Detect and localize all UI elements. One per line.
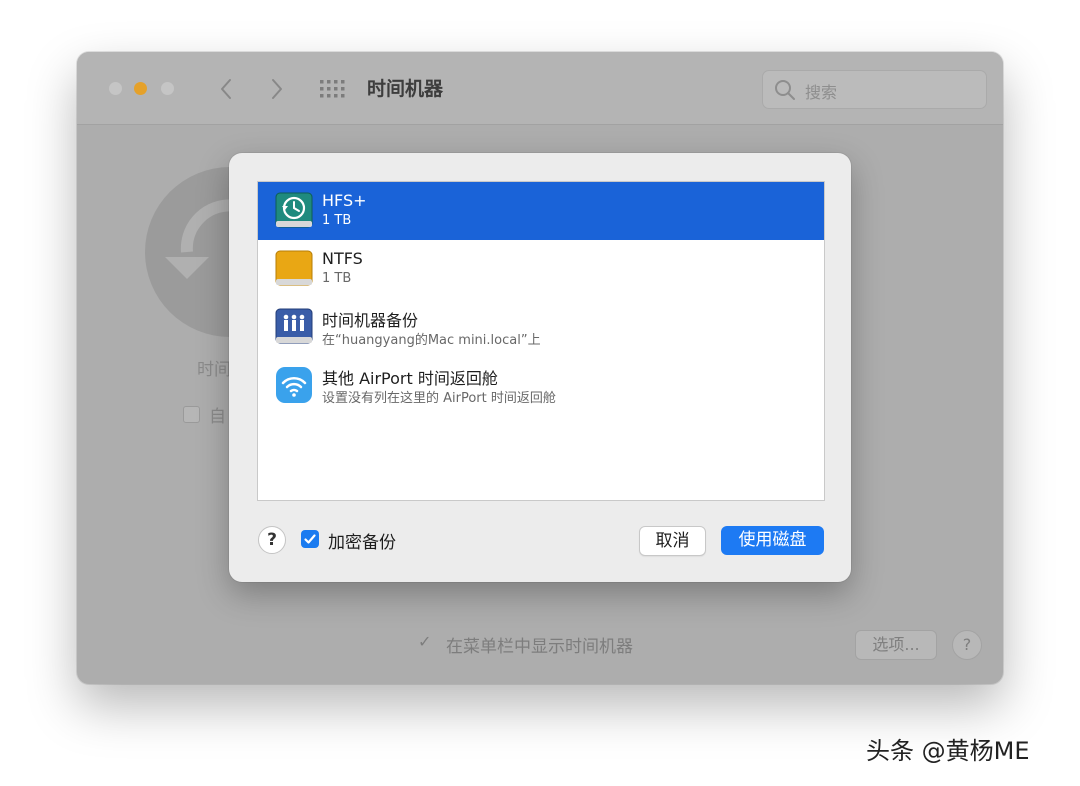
search-field[interactable]: 搜索 bbox=[762, 70, 987, 109]
use-disk-button[interactable]: 使用磁盘 bbox=[721, 526, 824, 555]
window-help-button[interactable]: ? bbox=[952, 630, 982, 660]
zoom-window-button[interactable] bbox=[161, 82, 174, 95]
disk-subtitle: 1 TB bbox=[322, 213, 352, 228]
watermark: 头条 @黄杨ME bbox=[866, 737, 1030, 765]
background-checkbox[interactable] bbox=[183, 406, 200, 423]
disk-subtitle: 设置没有列在这里的 AirPort 时间返回舱 bbox=[322, 391, 556, 406]
background-checkbox-label: 自 bbox=[209, 407, 226, 427]
cancel-button[interactable]: 取消 bbox=[639, 526, 706, 556]
encrypt-backup-label: 加密备份 bbox=[328, 533, 396, 553]
disk-subtitle: 1 TB bbox=[322, 271, 352, 286]
encrypt-backup-checkbox[interactable] bbox=[301, 530, 319, 548]
disk-title: NTFS bbox=[322, 249, 363, 268]
window-title: 时间机器 bbox=[367, 78, 444, 100]
disk-row-hfs[interactable]: HFS+ 1 TB bbox=[258, 182, 824, 240]
show-all-button[interactable] bbox=[317, 76, 347, 102]
back-button[interactable] bbox=[212, 72, 240, 106]
chevron-right-icon bbox=[272, 79, 282, 99]
close-window-button[interactable] bbox=[109, 82, 122, 95]
title-bar: 时间机器 搜索 bbox=[77, 52, 1003, 125]
external-drive-icon bbox=[275, 250, 313, 286]
background-title: 时间 bbox=[197, 360, 231, 380]
disk-row-airport[interactable]: 其他 AirPort 时间返回舱 设置没有列在这里的 AirPort 时间返回舱 bbox=[258, 356, 824, 414]
checkmark-icon bbox=[304, 534, 316, 544]
disk-title: 其他 AirPort 时间返回舱 bbox=[322, 369, 498, 388]
select-disk-sheet: HFS+ 1 TB NTFS 1 TB 时间机器备份 在“huangyang的M… bbox=[229, 153, 851, 582]
airport-wifi-icon bbox=[276, 367, 312, 403]
network-share-icon bbox=[275, 308, 313, 344]
show-in-menubar-label: 在菜单栏中显示时间机器 bbox=[446, 637, 633, 657]
forward-button[interactable] bbox=[263, 72, 291, 106]
sheet-help-button[interactable]: ? bbox=[258, 526, 286, 554]
disk-list[interactable]: HFS+ 1 TB NTFS 1 TB 时间机器备份 在“huangyang的M… bbox=[257, 181, 825, 501]
disk-title: 时间机器备份 bbox=[322, 311, 419, 330]
minimize-window-button[interactable] bbox=[134, 82, 147, 95]
disk-title: HFS+ bbox=[322, 191, 367, 210]
search-placeholder: 搜索 bbox=[805, 83, 838, 102]
disk-row-ntfs[interactable]: NTFS 1 TB bbox=[258, 240, 824, 298]
search-icon bbox=[775, 80, 795, 100]
time-machine-disk-icon bbox=[275, 192, 313, 228]
disk-subtitle: 在“huangyang的Mac mini.local”上 bbox=[322, 333, 541, 348]
grid-icon bbox=[320, 80, 345, 98]
chevron-left-icon bbox=[221, 79, 231, 99]
options-button[interactable]: 选项... bbox=[855, 630, 937, 660]
show-in-menubar-checkmark-icon[interactable]: ✓ bbox=[418, 632, 432, 652]
disk-row-network-backup[interactable]: 时间机器备份 在“huangyang的Mac mini.local”上 bbox=[258, 298, 824, 356]
